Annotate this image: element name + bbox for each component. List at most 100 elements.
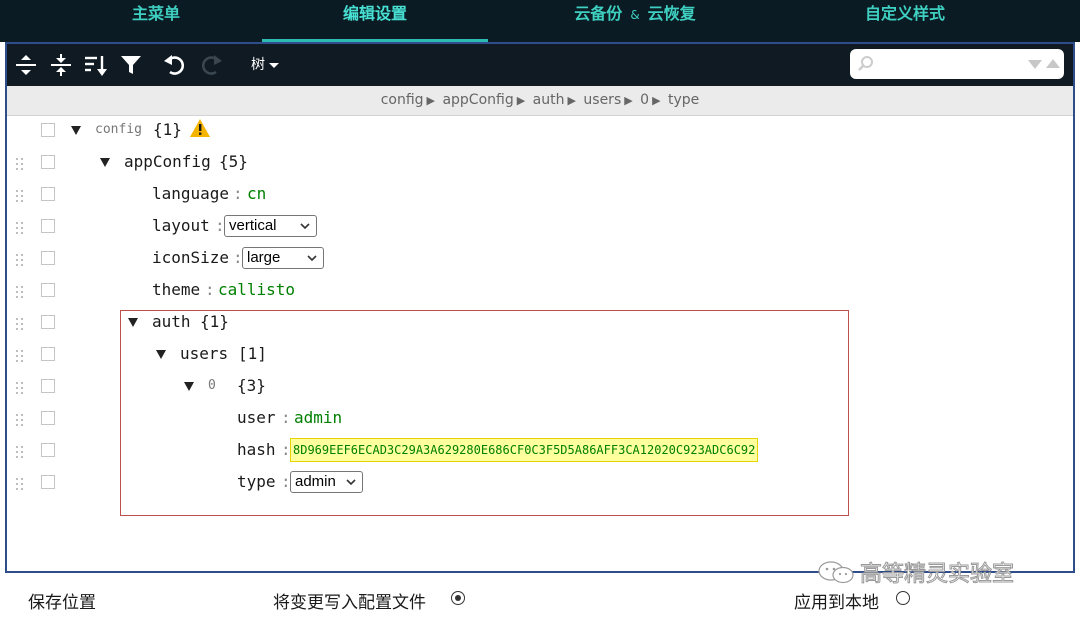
write-config-label[interactable]: 将变更写入配置文件 <box>273 588 426 613</box>
tree-row-auth: auth {1} <box>7 308 1073 340</box>
context-menu-button[interactable] <box>41 379 55 393</box>
type-select-value: admin <box>295 473 336 490</box>
drag-handle-icon[interactable] <box>16 350 24 364</box>
write-config-radio[interactable] <box>451 591 465 605</box>
context-menu-button[interactable] <box>41 347 55 361</box>
tree-key-auth[interactable]: auth <box>152 312 191 331</box>
tab-edit-settings[interactable]: 编辑设置 <box>300 0 450 42</box>
context-menu-button[interactable] <box>41 315 55 329</box>
warning-icon[interactable] <box>189 118 211 138</box>
tree-count-auth: {1} <box>200 312 229 331</box>
tree-key-user[interactable]: user <box>237 408 276 427</box>
tree-count-config: {1} <box>153 120 182 139</box>
json-tree: config {1} appConfig {5} language : cn l… <box>7 116 1073 571</box>
tree-key-layout[interactable]: layout <box>152 216 210 235</box>
tree-value-language[interactable]: cn <box>247 184 266 203</box>
drag-handle-icon[interactable] <box>16 158 24 172</box>
type-select[interactable]: admin <box>290 471 363 493</box>
tab-cloud-backup-restore[interactable]: 云备份 & 云恢复 <box>540 0 730 42</box>
tree-row-users: users [1] <box>7 340 1073 372</box>
tree-count-item-0: {3} <box>237 376 266 395</box>
tree-row-layout: layout : vertical <box>7 212 1073 244</box>
tab-ampersand: & <box>630 8 640 22</box>
breadcrumb-index-0[interactable]: 0 <box>640 92 649 108</box>
mode-dropdown[interactable]: 树 <box>251 52 279 78</box>
apply-local-radio[interactable] <box>896 591 910 605</box>
context-menu-button[interactable] <box>41 411 55 425</box>
drag-handle-icon[interactable] <box>16 190 24 204</box>
drag-handle-icon[interactable] <box>16 222 24 236</box>
drag-handle-icon[interactable] <box>16 318 24 332</box>
layout-select-value: vertical <box>229 217 277 234</box>
iconsize-select[interactable]: large <box>242 247 324 269</box>
tree-key-iconsize[interactable]: iconSize <box>152 248 229 267</box>
context-menu-button[interactable] <box>41 283 55 297</box>
drag-handle-icon[interactable] <box>16 414 24 428</box>
breadcrumb-type[interactable]: type <box>668 92 699 108</box>
breadcrumb-separator-icon: ▶ <box>426 94 435 107</box>
breadcrumb-config[interactable]: config <box>381 92 424 108</box>
tree-value-user[interactable]: admin <box>294 408 342 427</box>
tree-key-language[interactable]: language <box>152 184 229 203</box>
key-value-separator: : <box>233 184 243 203</box>
undo-icon[interactable] <box>162 52 188 78</box>
context-menu-button[interactable] <box>41 251 55 265</box>
search-next-icon[interactable] <box>1028 60 1042 69</box>
drag-handle-icon[interactable] <box>16 382 24 396</box>
tree-key-config[interactable]: config <box>95 122 142 137</box>
watermark-text: 高等精灵实验室 <box>859 562 1015 588</box>
collapse-toggle-icon[interactable] <box>100 158 110 167</box>
breadcrumb-separator-icon: ▶ <box>567 94 576 107</box>
tree-value-hash[interactable]: 8D969EEF6ECAD3C29A3A629280E686CF0C3F5D5A… <box>290 438 759 462</box>
expand-all-icon[interactable] <box>13 52 39 78</box>
drag-handle-icon[interactable] <box>16 254 24 268</box>
collapse-toggle-icon[interactable] <box>71 126 81 135</box>
drag-handle-icon[interactable] <box>16 286 24 300</box>
tree-key-theme[interactable]: theme <box>152 280 200 299</box>
context-menu-button[interactable] <box>41 187 55 201</box>
breadcrumb-separator-icon: ▶ <box>652 94 661 107</box>
filter-icon[interactable] <box>118 52 144 78</box>
collapse-toggle-icon[interactable] <box>184 382 194 391</box>
tree-row-appconfig: appConfig {5} <box>7 148 1073 180</box>
drag-handle-icon[interactable] <box>16 478 24 492</box>
tree-key-hash[interactable]: hash <box>237 440 276 459</box>
tab-custom-style[interactable]: 自定义样式 <box>840 0 970 42</box>
breadcrumb-users[interactable]: users <box>583 92 621 108</box>
tab-cloud-backup-label: 云备份 <box>574 4 623 23</box>
chevron-down-icon <box>307 255 317 262</box>
iconsize-select-value: large <box>247 249 281 266</box>
breadcrumb: config ▶ appConfig ▶ auth ▶ users ▶ 0 ▶ type <box>7 86 1073 116</box>
tree-key-users[interactable]: users <box>180 344 228 363</box>
collapse-toggle-icon[interactable] <box>128 318 138 327</box>
tree-row-user: user : admin <box>7 404 1073 436</box>
layout-select[interactable]: vertical <box>224 215 317 237</box>
tree-key-type[interactable]: type <box>237 472 276 491</box>
editor-frame-right <box>1073 42 1075 573</box>
key-value-separator: : <box>205 280 215 299</box>
drag-handle-icon[interactable] <box>16 446 24 460</box>
chevron-down-icon <box>269 62 279 68</box>
context-menu-button[interactable] <box>41 219 55 233</box>
tree-row-type: type : admin <box>7 468 1073 500</box>
tree-row-language: language : cn <box>7 180 1073 212</box>
tree-count-users: [1] <box>238 344 267 363</box>
breadcrumb-auth[interactable]: auth <box>533 92 565 108</box>
collapse-toggle-icon[interactable] <box>156 350 166 359</box>
context-menu-button[interactable] <box>41 155 55 169</box>
search-input[interactable] <box>876 54 1016 74</box>
redo-icon[interactable] <box>198 52 224 78</box>
mode-dropdown-label: 树 <box>251 57 265 73</box>
context-menu-button[interactable] <box>41 475 55 489</box>
tab-main-menu[interactable]: 主菜单 <box>100 0 212 42</box>
context-menu-button[interactable] <box>41 123 55 137</box>
tree-key-appconfig[interactable]: appConfig <box>124 152 211 171</box>
apply-local-label[interactable]: 应用到本地 <box>794 588 879 613</box>
tree-value-theme[interactable]: callisto <box>218 280 295 299</box>
search-previous-icon[interactable] <box>1046 59 1060 68</box>
sort-icon[interactable] <box>83 52 109 78</box>
breadcrumb-appconfig[interactable]: appConfig <box>442 92 513 108</box>
context-menu-button[interactable] <box>41 443 55 457</box>
breadcrumb-separator-icon: ▶ <box>624 94 633 107</box>
collapse-all-icon[interactable] <box>48 52 74 78</box>
